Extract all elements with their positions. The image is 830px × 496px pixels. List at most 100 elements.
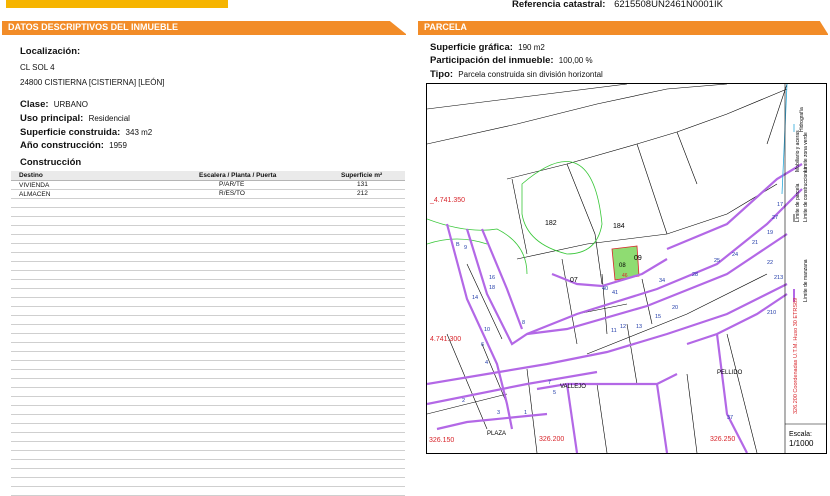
street-number: 14: [472, 295, 478, 301]
street-number: B: [456, 242, 460, 248]
street-number: 2: [462, 398, 465, 404]
clase-label: Clase:: [20, 99, 49, 110]
empty-table-row: [11, 352, 405, 361]
street-number: 18: [489, 285, 495, 291]
parcel-label-184: 184: [613, 223, 625, 230]
empty-table-row: [11, 487, 405, 496]
street-number: 1: [524, 410, 527, 416]
tipo-value: Parcela construida sin división horizont…: [458, 70, 603, 79]
empty-table-row: [11, 424, 405, 433]
empty-table-row: [11, 460, 405, 469]
superficie-label: Superficie construida:: [20, 127, 121, 138]
referencia-catastral: Referencia catastral: 6215508UN2461N0001…: [512, 0, 723, 10]
empty-table-row: [11, 271, 405, 280]
legend-coord-note: 326.200 Coordenadas U.T.M. Huso 30 ETRS8…: [793, 298, 799, 414]
cell-superficie: 212: [357, 190, 368, 197]
divider-left: [2, 34, 406, 35]
empty-table-row: [11, 370, 405, 379]
legend-item: Mobiliario y aceras: [795, 130, 801, 172]
empty-table-row: [11, 451, 405, 460]
cell-superficie: 131: [357, 181, 368, 188]
street-number: 28: [692, 272, 698, 278]
anio-value: 1959: [109, 141, 127, 150]
parcel-label-09: 09: [634, 255, 642, 262]
empty-rows: [11, 199, 405, 496]
hidrografia-lines: [781, 84, 788, 195]
sup-grafica-label: Superficie gráfica:: [430, 42, 513, 53]
participacion-label: Participación del inmueble:: [430, 55, 554, 66]
empty-table-row: [11, 289, 405, 298]
street-number: 5: [553, 390, 556, 396]
legend-item: Límite zona verde: [803, 132, 809, 172]
cell-escalera: R/ES/TO: [219, 190, 245, 197]
anio-row: Año construcción: 1959: [20, 140, 127, 151]
street-number: 37: [727, 415, 733, 421]
divider-right: [418, 34, 828, 35]
scale-label: Escala:: [789, 431, 812, 438]
tipo-row: Tipo: Parcela construida sin división ho…: [430, 69, 603, 80]
table-row: ALMACEN R/ES/TO 212: [11, 190, 405, 199]
coord-label-4: 326.200: [539, 436, 564, 443]
empty-table-row: [11, 469, 405, 478]
superficie-row: Superficie construida: 343 m2: [20, 127, 152, 138]
street-number: 6: [481, 342, 484, 348]
empty-table-row: [11, 478, 405, 487]
empty-table-row: [11, 262, 405, 271]
street-number: 25: [714, 258, 720, 264]
scale-value: 1/1000: [789, 439, 814, 448]
empty-table-row: [11, 433, 405, 442]
cell-destino: VIVIENDA: [19, 182, 50, 189]
street-number: 41: [612, 290, 618, 296]
table-header: Destino Escalera / Planta / Puerta Super…: [11, 171, 405, 181]
construccion-title: Construcción: [20, 157, 82, 168]
street-number: 40: [602, 286, 608, 292]
street-number: 8: [522, 320, 525, 326]
legend-item: Límite de construcciones: [803, 166, 809, 222]
empty-table-row: [11, 253, 405, 262]
header-destino: Destino: [19, 172, 43, 179]
street-number: 11: [611, 328, 617, 334]
empty-table-row: [11, 208, 405, 217]
manzana-lines: [427, 163, 803, 453]
empty-table-row: [11, 316, 405, 325]
street-number: 10: [484, 327, 490, 333]
map-svg: _4.741.350 4.741.300 326.150 326.200 326…: [427, 84, 826, 453]
empty-table-row: [11, 226, 405, 235]
street-number: 12: [620, 324, 626, 330]
participacion-row: Participación del inmueble: 100,00 %: [430, 55, 593, 66]
empty-table-row: [11, 244, 405, 253]
empty-table-row: [11, 280, 405, 289]
uso-row: Uso principal: Residencial: [20, 113, 130, 124]
logo-strip: [6, 0, 228, 8]
coord-label-3: 326.150: [429, 437, 454, 444]
empty-table-row: [11, 379, 405, 388]
cell-destino: ALMACEN: [19, 191, 51, 198]
street-number: 21: [752, 240, 758, 246]
tipo-label: Tipo:: [430, 69, 454, 80]
street-number: 34: [659, 278, 665, 284]
cell-escalera: P/AR/TE: [219, 181, 245, 188]
street-number: 16: [489, 275, 495, 281]
empty-table-row: [11, 334, 405, 343]
uso-label: Uso principal:: [20, 113, 84, 124]
street-label-pellido: PELLIDO: [717, 370, 743, 376]
street-number: 19: [767, 230, 773, 236]
superficie-value: 343 m2: [125, 128, 153, 137]
empty-table-row: [11, 397, 405, 406]
legend-item: Límite de manzana: [803, 259, 809, 302]
parcel-label-08: 08: [619, 263, 626, 269]
street-number: 22: [767, 260, 773, 266]
localizacion-label: Localización:: [20, 46, 81, 57]
legend-item: Hidrografía: [799, 107, 805, 132]
empty-table-row: [11, 307, 405, 316]
cadastral-map: _4.741.350 4.741.300 326.150 326.200 326…: [426, 83, 827, 454]
street-label-vallejo: VALLEJO: [560, 384, 586, 390]
header-escalera: Escalera / Planta / Puerta: [199, 172, 277, 179]
street-number: 17: [777, 202, 783, 208]
clase-row: Clase: URBANO: [20, 99, 88, 110]
street-number: 15: [655, 314, 661, 320]
table-row: VIVIENDA P/AR/TE 131: [11, 181, 405, 190]
construccion-table: Destino Escalera / Planta / Puerta Super…: [11, 171, 405, 496]
empty-table-row: [11, 199, 405, 208]
header-superficie: Superficie m²: [341, 172, 383, 179]
